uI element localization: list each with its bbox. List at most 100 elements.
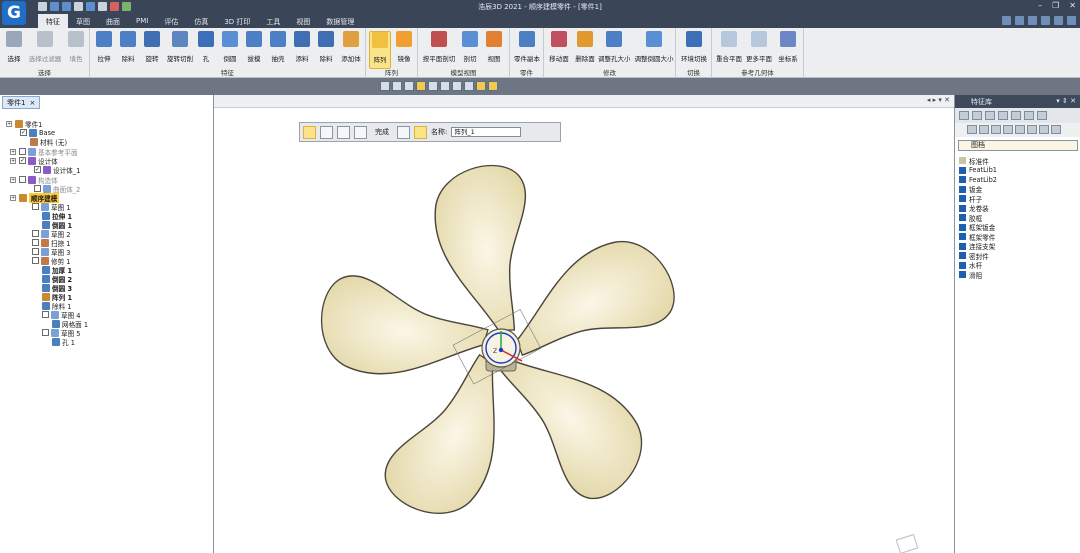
select-step-icon[interactable] — [320, 125, 333, 139]
close-icon[interactable]: × — [29, 99, 35, 107]
tab-3d-print[interactable]: 3D 打印 — [216, 14, 258, 28]
add-body-button[interactable]: 添加体 — [338, 31, 364, 63]
tab-simulation[interactable]: 仿真 — [186, 14, 216, 28]
expand-icon[interactable]: + — [6, 120, 12, 127]
library-item[interactable]: 滑阻 — [959, 270, 1077, 280]
delete-face-button[interactable]: 删除面 — [574, 31, 596, 63]
cut-button[interactable]: 除料 — [118, 31, 138, 63]
cut-icon[interactable] — [991, 125, 1001, 134]
resize-hole-button[interactable]: 调整孔大小 — [598, 31, 631, 63]
fan-blade[interactable] — [428, 161, 544, 339]
help-icon[interactable] — [1028, 16, 1037, 25]
library-item[interactable]: 钣金 — [959, 185, 1077, 194]
coincident-plane-button[interactable]: 重合平面 — [715, 31, 743, 63]
coordinate-system-button[interactable]: 坐标系 — [775, 31, 801, 63]
tab-features[interactable]: 特征 — [38, 14, 68, 28]
library-item[interactable]: 框架钣金 — [959, 223, 1077, 232]
visibility-checkbox[interactable] — [32, 230, 39, 237]
library-item[interactable]: 连接支架 — [959, 242, 1077, 251]
visibility-checkbox[interactable] — [32, 239, 39, 246]
hole-button[interactable]: 孔 — [198, 31, 214, 63]
tab-data-management[interactable]: 数据管理 — [318, 14, 362, 28]
view-icon[interactable] — [1039, 125, 1049, 134]
finish-button[interactable]: 完成 — [375, 127, 389, 137]
expand-icon[interactable]: + — [10, 148, 16, 155]
visibility-checkbox[interactable] — [32, 203, 39, 210]
fan-model[interactable]: Z — [214, 95, 954, 553]
document-tab[interactable]: 零件1 × — [2, 96, 41, 109]
select-mode-icon[interactable] — [452, 81, 462, 91]
name-field[interactable]: 阵列_1 — [451, 127, 522, 137]
visibility-checkbox[interactable]: ✓ — [19, 157, 26, 164]
library-item[interactable]: 标准件 — [959, 156, 1077, 166]
select-mode-icon[interactable] — [476, 81, 486, 91]
graphics-viewport[interactable]: ◂ ▸ ▾ ✕ Z 完成 名称: 阵列_1 — [214, 95, 954, 553]
close-icon[interactable] — [1067, 16, 1076, 25]
tab-pmi[interactable]: PMI — [128, 14, 156, 28]
profile-step-icon[interactable] — [337, 125, 350, 139]
move-face-button[interactable]: 移动面 — [548, 31, 570, 63]
tree-item[interactable]: 孔 1 — [52, 337, 75, 347]
select-mode-icon[interactable] — [488, 81, 498, 91]
library-item[interactable]: 密封件 — [959, 251, 1077, 261]
resize-round-button[interactable]: 调整倒圆大小 — [634, 31, 674, 63]
select-mode-icon[interactable] — [440, 81, 450, 91]
delete-icon[interactable] — [1027, 125, 1037, 134]
visibility-checkbox[interactable] — [32, 248, 39, 255]
fill-button[interactable]: 填色 — [66, 31, 86, 63]
pattern-step-icon[interactable] — [303, 125, 316, 139]
tree-item[interactable]: 材料 (无) — [30, 137, 67, 147]
visibility-checkbox[interactable] — [19, 176, 26, 183]
select-mode-icon[interactable] — [380, 81, 390, 91]
visibility-checkbox[interactable]: ✓ — [20, 129, 27, 136]
library-item[interactable]: FeatLib2 — [959, 175, 1077, 185]
toolbar-icon[interactable] — [959, 111, 969, 120]
close-icon[interactable]: ✕ — [1069, 1, 1076, 10]
expand-icon[interactable]: + — [10, 176, 16, 183]
toolbar-icon[interactable] — [1024, 111, 1034, 120]
shell-button[interactable]: 抽壳 — [268, 31, 288, 63]
library-item[interactable]: 龙卷装 — [959, 204, 1077, 213]
revolve-cut-button[interactable]: 旋转切削 — [164, 31, 196, 63]
tab-surface[interactable]: 曲面 — [98, 14, 128, 28]
select-mode-icon[interactable] — [404, 81, 414, 91]
tree-item[interactable]: + 零件1 — [6, 119, 42, 129]
toolbar-icon[interactable] — [998, 111, 1008, 120]
expand-icon[interactable]: + — [10, 157, 16, 164]
layout-icon[interactable] — [1002, 16, 1011, 25]
pattern-option-icon[interactable] — [414, 125, 427, 139]
toolbar-icon[interactable] — [1037, 111, 1047, 120]
tree-item[interactable]: + ✓ 设计体 — [10, 156, 58, 166]
pattern-button[interactable]: 阵列 — [369, 31, 391, 69]
expand-icon[interactable]: + — [10, 194, 16, 201]
part-copy-button[interactable]: 零件副本 — [513, 31, 541, 63]
layout-icon[interactable] — [1015, 16, 1024, 25]
section-button[interactable]: 剖切 — [460, 31, 480, 63]
plane-section-button[interactable]: 按平面剖切 — [422, 31, 456, 63]
visibility-checkbox[interactable] — [42, 329, 49, 336]
search-icon[interactable] — [1051, 125, 1061, 134]
environment-switch-button[interactable]: 环境切换 — [680, 31, 708, 63]
more-planes-button[interactable]: 更多平面 — [745, 31, 773, 63]
fan-blade[interactable] — [495, 225, 686, 382]
select-filter-button[interactable]: 选择过滤器 — [28, 31, 62, 63]
visibility-checkbox[interactable] — [32, 257, 39, 264]
tab-sketch[interactable]: 草图 — [68, 14, 98, 28]
minimize-icon[interactable]: – — [1038, 1, 1042, 10]
toolbar-icon[interactable] — [1011, 111, 1021, 120]
restore-icon[interactable] — [1054, 16, 1063, 25]
view-cube-icon[interactable] — [895, 533, 919, 553]
folder-icon[interactable] — [979, 125, 989, 134]
app-logo[interactable]: G — [2, 1, 26, 25]
draft-button[interactable]: 拔模 — [244, 31, 264, 63]
select-mode-icon[interactable] — [464, 81, 474, 91]
library-item[interactable]: 杆子 — [959, 194, 1077, 204]
visibility-checkbox[interactable] — [19, 148, 26, 155]
select-button[interactable]: 选择 — [4, 31, 24, 63]
restore-icon[interactable]: ❐ — [1052, 1, 1059, 10]
add-material-button[interactable]: 添料 — [292, 31, 312, 63]
library-item[interactable]: FeatLib1 — [959, 166, 1077, 176]
extrude-button[interactable]: 拉伸 — [94, 31, 114, 63]
sketch-step-icon[interactable] — [354, 125, 367, 139]
remove-material-button[interactable]: 除料 — [316, 31, 336, 63]
